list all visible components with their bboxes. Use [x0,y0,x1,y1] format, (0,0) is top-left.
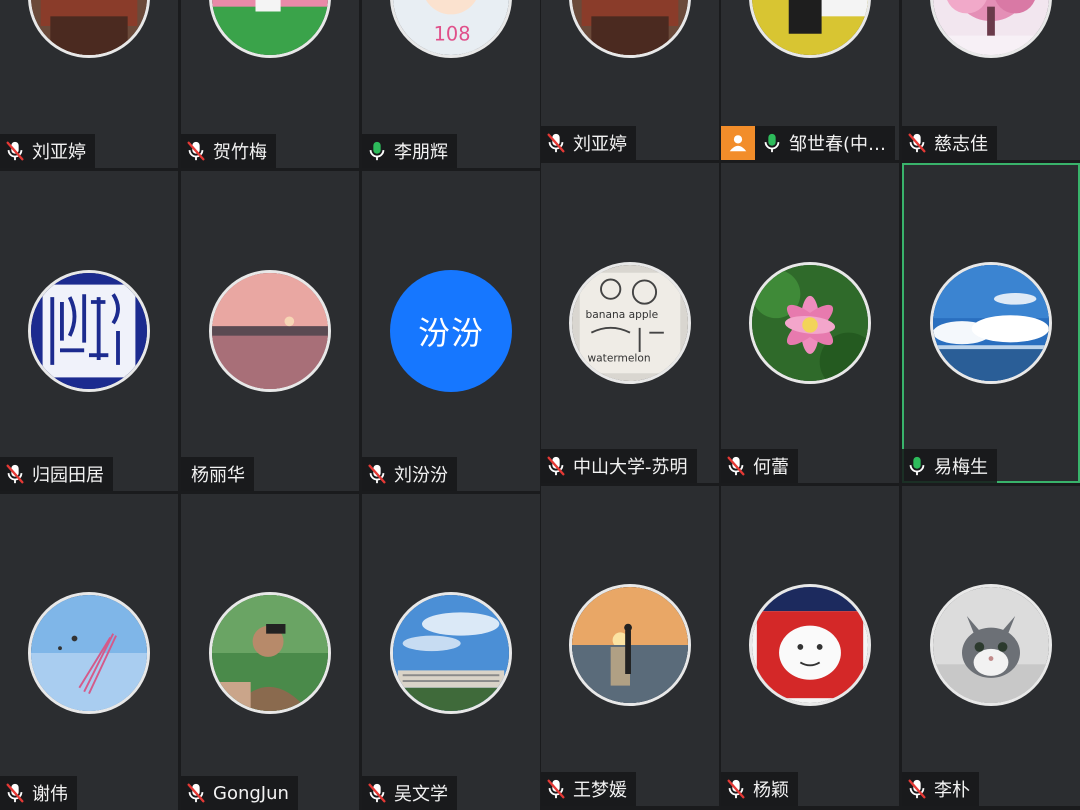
microphone-muted-icon [725,778,747,800]
participant-tile[interactable]: 刘亚婷 [0,0,178,168]
participant-name: 邹世春(中… [789,134,887,155]
participant-tile[interactable]: 谢伟 [0,494,178,810]
participant-avatar [209,270,331,392]
participant-tile[interactable]: 易梅生 [902,163,1080,483]
microphone-muted-icon [906,132,928,154]
microphone-muted-icon [545,778,567,800]
microphone-muted-icon [545,132,567,154]
participant-tile[interactable]: 邹世春(中… [721,0,899,160]
participant-tile[interactable]: 杨颖 [721,486,899,806]
participant-avatar: banana apple watermelon [569,262,691,384]
host-person-icon [721,126,755,160]
participant-tile[interactable]: 李朴 [902,486,1080,806]
svg-text:watermelon: watermelon [587,352,650,365]
participant-name: 李朴 [934,780,970,801]
name-tag: 中山大学-苏明 [541,449,697,483]
participant-tile[interactable]: 刘亚婷 [541,0,719,160]
participant-avatar [209,0,331,58]
participant-tile[interactable]: 汾汾刘汾汾 [362,171,540,491]
name-tag: 归园田居 [0,457,113,491]
participant-avatar [749,584,871,706]
name-tag: 李朴 [902,772,979,806]
name-tag: GongJun [181,776,298,810]
participant-avatar [569,584,691,706]
participant-name: GongJun [213,782,289,804]
participant-tile[interactable]: GongJun [181,494,359,810]
participant-tile[interactable]: 归园田居 [0,171,178,491]
participant-tile[interactable]: 贺竹梅 [181,0,359,168]
participant-avatar [28,592,150,714]
text-avatar: 汾汾 [390,270,512,392]
participant-name: 归园田居 [32,465,104,486]
participant-tile[interactable]: 吴文学 [362,494,540,810]
participant-avatar [390,592,512,714]
name-tag: 杨丽华 [181,457,254,491]
participant-name: 易梅生 [934,457,988,478]
participant-name: 刘汾汾 [394,465,448,486]
participant-avatar: 108 [390,0,512,58]
microphone-muted-icon [906,778,928,800]
participant-name: 贺竹梅 [213,142,267,163]
microphone-icon [761,132,783,154]
microphone-icon [906,455,928,477]
participant-avatar [28,270,150,392]
name-tag: 刘汾汾 [362,457,457,491]
name-tag: 邹世春(中… [721,126,896,160]
name-tag: 吴文学 [362,776,457,810]
participant-avatar [930,0,1052,58]
name-tag: 刘亚婷 [541,126,636,160]
name-tag: 王梦媛 [541,772,636,806]
participant-avatar [930,262,1052,384]
svg-text:banana apple: banana apple [586,308,659,321]
microphone-muted-icon [725,455,747,477]
participant-tile[interactable]: 王梦媛 [541,486,719,806]
participant-tile[interactable]: 108 李朋辉 [362,0,540,168]
participant-avatar [569,0,691,58]
participant-avatar [209,592,331,714]
participant-name: 刘亚婷 [32,142,86,163]
svg-text:108: 108 [434,23,471,46]
participant-name: 杨颖 [753,780,789,801]
participant-name: 何蕾 [753,457,789,478]
participant-avatar [930,584,1052,706]
name-tag: 慈志佳 [902,126,997,160]
microphone-muted-icon [4,140,26,162]
name-tag: 刘亚婷 [0,134,95,168]
participant-tile[interactable]: 慈志佳 [902,0,1080,160]
participant-name: 王梦媛 [573,780,627,801]
microphone-muted-icon [366,463,388,485]
participant-name: 慈志佳 [934,134,988,155]
name-tag: 谢伟 [0,776,77,810]
participant-name: 谢伟 [32,784,68,805]
participant-name: 吴文学 [394,784,448,805]
participant-name: 杨丽华 [191,465,245,486]
microphone-icon [366,140,388,162]
microphone-muted-icon [4,463,26,485]
participant-name: 刘亚婷 [573,134,627,155]
name-tag: 易梅生 [902,449,997,483]
name-tag: 杨颖 [721,772,798,806]
microphone-muted-icon [185,140,207,162]
name-tag: 贺竹梅 [181,134,276,168]
participant-avatar [749,0,871,58]
name-tag: 李朋辉 [362,134,457,168]
participant-tile[interactable]: banana apple watermelon 中山大学-苏明 [541,163,719,483]
participant-avatar [749,262,871,384]
microphone-muted-icon [366,782,388,804]
microphone-muted-icon [545,455,567,477]
microphone-muted-icon [185,782,207,804]
participant-name: 李朋辉 [394,142,448,163]
participant-tile[interactable]: 何蕾 [721,163,899,483]
participant-tile[interactable]: 杨丽华 [181,171,359,491]
participant-avatar [28,0,150,58]
name-tag: 何蕾 [721,449,798,483]
microphone-muted-icon [4,782,26,804]
participant-name: 中山大学-苏明 [573,457,688,478]
